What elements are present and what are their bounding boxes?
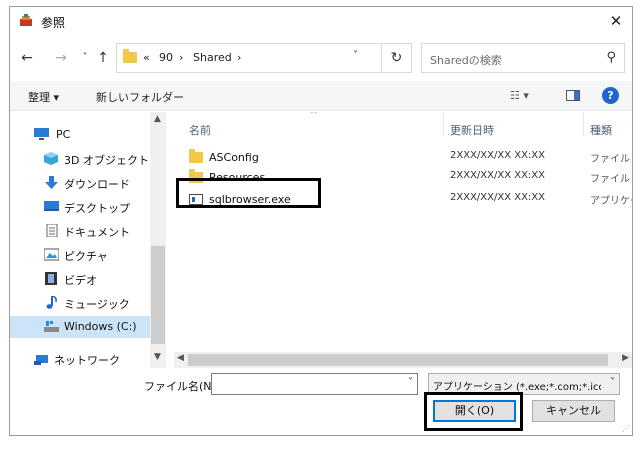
breadcrumb-separator[interactable]: ›	[237, 51, 241, 64]
filetype-value[interactable]: アプリケーション (*.exe;*.com;*.icd	[433, 378, 601, 393]
up-button[interactable]: ↑	[94, 48, 112, 68]
column-header-modified[interactable]: 更新日時	[450, 122, 494, 138]
column-header-type[interactable]: 種類	[590, 122, 612, 138]
pictures-icon	[44, 248, 59, 261]
folder-icon	[189, 149, 203, 163]
breadcrumb-separator[interactable]: ›	[179, 51, 183, 64]
back-button[interactable]: ←	[18, 48, 36, 68]
file-open-dialog: 参照 ✕ ← → ˅ ↑ « 90 › Shared › ˅ ↻ Sharedの…	[9, 6, 633, 436]
view-options-icon[interactable]: ☷ ▾	[510, 89, 529, 102]
sidebar-item-network[interactable]: ネットワーク	[10, 348, 150, 370]
network-icon	[34, 355, 48, 365]
window-title: 参照	[41, 16, 66, 30]
sidebar-item-label: ミュージック	[64, 298, 130, 311]
file-name: ASConfig	[209, 151, 259, 164]
breadcrumb-90[interactable]: 90	[159, 51, 173, 64]
file-type: ファイル フォルダー	[590, 154, 632, 165]
sidebar-item-pc[interactable]: PC	[10, 124, 150, 146]
3d-objects-icon	[44, 152, 58, 165]
file-date: 2XXX/XX/XX XX:XX	[450, 192, 546, 203]
sidebar-item-label: デスクトップ	[64, 202, 130, 215]
sidebar-item-label: ピクチャ	[64, 250, 108, 263]
navigation-scrollbar[interactable]: ▲ ▼	[150, 112, 166, 368]
scroll-right-icon[interactable]: ▶	[622, 353, 629, 363]
file-list: ^ 名前 更新日時 種類 ASConfig 2XXX/XX/XX XX:XX フ…	[167, 112, 632, 352]
file-type: ファイル フォルダー	[590, 174, 632, 185]
column-header-name[interactable]: 名前	[189, 122, 211, 138]
organize-button[interactable]: 整理 ▾	[28, 89, 59, 105]
sidebar-item-music[interactable]: ミュージック	[10, 292, 150, 314]
pc-icon	[34, 128, 49, 140]
sidebar-item-label: ドキュメント	[64, 226, 130, 239]
sidebar-item-label: ダウンロード	[64, 178, 130, 191]
music-icon	[46, 296, 57, 309]
sidebar-item-documents[interactable]: ドキュメント	[10, 220, 150, 242]
chevron-down-icon[interactable]: ˅	[610, 377, 615, 388]
file-date: 2XXX/XX/XX XX:XX	[450, 170, 546, 181]
scrollbar-thumb[interactable]	[151, 246, 165, 344]
column-divider[interactable]	[583, 112, 584, 136]
videos-icon	[45, 272, 57, 285]
desktop-icon	[44, 201, 59, 211]
chevron-down-icon[interactable]: ˅	[353, 50, 358, 61]
file-type: アプリケーション	[590, 196, 632, 207]
sidebar-item-pictures[interactable]: ピクチャ	[10, 244, 150, 266]
sidebar-item-label: ビデオ	[64, 274, 97, 287]
file-date: 2XXX/XX/XX XX:XX	[450, 150, 546, 161]
breadcrumb-overflow[interactable]: «	[143, 51, 150, 64]
table-row[interactable]: ASConfig 2XXX/XX/XX XX:XX ファイル フォルダー	[167, 148, 632, 168]
filename-label: ファイル名(N):	[144, 380, 220, 393]
sidebar-item-label: ネットワーク	[54, 354, 120, 367]
preview-pane-icon[interactable]	[566, 90, 580, 101]
column-divider[interactable]	[443, 112, 444, 136]
sort-ascending-icon: ^	[310, 112, 318, 120]
cancel-button[interactable]: キャンセル	[532, 400, 615, 422]
sidebar-item-desktop[interactable]: デスクトップ	[10, 196, 150, 218]
sidebar-item-downloads[interactable]: ダウンロード	[10, 172, 150, 194]
scroll-up-icon[interactable]: ▲	[154, 114, 161, 124]
app-icon	[20, 14, 32, 26]
breadcrumb-shared[interactable]: Shared	[193, 51, 232, 64]
scrollbar-thumb[interactable]	[188, 354, 608, 366]
forward-button[interactable]: →	[52, 48, 70, 68]
navigation-bar: ← → ˅ ↑ « 90 › Shared › ˅ ↻ Sharedの検索 ⚲	[10, 43, 632, 73]
search-icon[interactable]: ⚲	[606, 50, 616, 65]
help-icon[interactable]: ?	[602, 87, 619, 104]
search-input[interactable]: Sharedの検索	[430, 52, 502, 68]
address-bar[interactable]: « 90 › Shared › ˅	[116, 43, 382, 73]
download-icon	[45, 176, 58, 189]
navigation-pane: PC 3D オブジェクト ダウンロード デスクトップ ドキュメント ピクチャ ビ…	[10, 112, 166, 368]
sidebar-item-videos[interactable]: ビデオ	[10, 268, 150, 290]
search-box[interactable]: Sharedの検索 ⚲	[421, 43, 625, 73]
folder-icon	[123, 49, 137, 63]
scroll-down-icon[interactable]: ▼	[154, 352, 161, 362]
close-button[interactable]: ✕	[606, 11, 626, 31]
scroll-left-icon[interactable]: ◀	[177, 353, 184, 363]
command-bar: 整理 ▾ 新しいフォルダー ☷ ▾ ?	[10, 81, 632, 111]
chevron-down-icon[interactable]: ˅	[408, 377, 413, 388]
drive-icon	[44, 321, 59, 332]
title-bar: 参照 ✕	[10, 7, 632, 35]
sidebar-item-label: Windows (C:)	[64, 320, 137, 333]
recent-locations-button[interactable]: ˅	[76, 48, 94, 68]
documents-icon	[46, 224, 58, 237]
refresh-button[interactable]: ↻	[382, 43, 412, 73]
highlight-box-open-button	[424, 392, 523, 431]
resize-grip-icon[interactable]: ⋰	[622, 424, 630, 433]
sidebar-item-label: 3D オブジェクト	[64, 154, 149, 167]
sidebar-item-3d-objects[interactable]: 3D オブジェクト	[10, 148, 150, 170]
new-folder-button[interactable]: 新しいフォルダー	[96, 89, 184, 105]
highlight-box-file	[176, 178, 321, 208]
sidebar-item-windows-c[interactable]: Windows (C:)	[10, 316, 150, 338]
sidebar-item-label: PC	[56, 128, 71, 141]
filename-field[interactable]: ˅	[211, 373, 418, 395]
horizontal-scrollbar[interactable]: ◀ ▶	[174, 352, 632, 368]
